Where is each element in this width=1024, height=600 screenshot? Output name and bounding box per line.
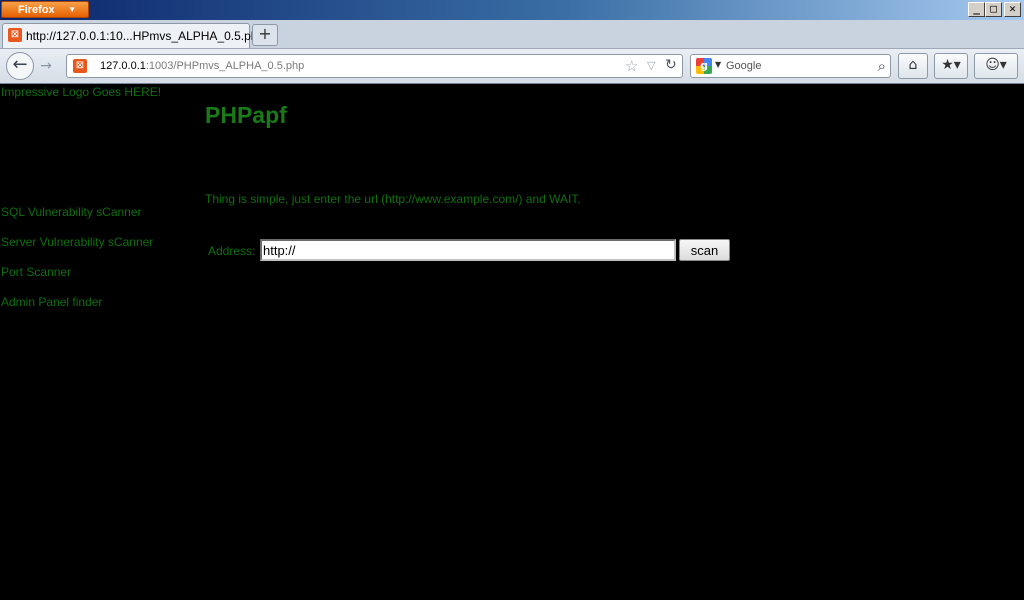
google-icon[interactable]: g	[696, 58, 712, 74]
forward-button[interactable]: →	[36, 57, 56, 75]
url-host: 127.0.0.1	[100, 60, 146, 72]
address-input[interactable]	[260, 239, 676, 261]
minimize-button[interactable]: _	[968, 2, 985, 17]
firefox-menu-label: Firefox	[18, 4, 55, 16]
addon-button[interactable]: ☺▾	[974, 53, 1018, 79]
url-text: 127.0.0.1:1003/PHPmvs_ALPHA_0.5.php	[100, 60, 304, 72]
tab-strip: ⊠ http://127.0.0.1:10...HPmvs_ALPHA_0.5.…	[0, 20, 1024, 49]
menu-item-server-scanner[interactable]: Server Vulnerability sCanner	[1, 235, 153, 249]
xampp-icon: ⊠	[8, 28, 22, 42]
back-button[interactable]: ←	[6, 52, 34, 80]
menu-item-admin-finder[interactable]: Admin Panel finder	[1, 295, 102, 309]
reload-icon[interactable]: ↻	[665, 57, 677, 73]
search-placeholder: Google	[726, 60, 762, 72]
search-icon[interactable]: ⌕	[878, 57, 886, 75]
tab-active[interactable]: ⊠ http://127.0.0.1:10...HPmvs_ALPHA_0.5.…	[2, 23, 264, 48]
scan-button[interactable]: scan	[679, 239, 730, 261]
menu-item-port-scanner[interactable]: Port Scanner	[1, 265, 71, 279]
bookmarks-button[interactable]: ★▾	[934, 53, 968, 79]
chevron-down-icon: ▼	[68, 5, 76, 14]
menu-item-sql-scanner[interactable]: SQL Vulnerability sCanner	[1, 205, 142, 219]
page-title: PHPapf	[205, 102, 287, 128]
maximize-button[interactable]: □	[985, 2, 1002, 17]
new-tab-button[interactable]: +	[252, 24, 278, 46]
xampp-icon: ⊠	[73, 59, 87, 73]
url-bar[interactable]: ⊠ 127.0.0.1:1003/PHPmvs_ALPHA_0.5.php ☆ …	[66, 54, 683, 78]
site-logo: Impressive Logo Goes HERE!	[1, 85, 162, 99]
history-dropdown-icon[interactable]: ▽	[647, 59, 655, 72]
search-bar[interactable]: g ▼ Google ⌕	[690, 54, 891, 78]
close-window-button[interactable]: ✕	[1004, 2, 1021, 17]
search-engine-dropdown-icon[interactable]: ▼	[715, 60, 721, 69]
home-button[interactable]: ⌂	[898, 53, 928, 79]
intro-text: Thing is simple, just enter the url (htt…	[205, 192, 581, 206]
address-label: Address:	[208, 244, 256, 258]
url-path: :1003/PHPmvs_ALPHA_0.5.php	[145, 60, 305, 72]
page-content: Impressive Logo Goes HERE! SQL Vulnerabi…	[0, 84, 1024, 600]
bookmark-star-icon[interactable]: ☆	[625, 57, 638, 75]
tab-title: http://127.0.0.1:10...HPmvs_ALPHA_0.5.ph…	[26, 29, 265, 43]
window-title-bar: Firefox ▼ _ □ ✕	[0, 0, 1024, 20]
firefox-menu-button[interactable]: Firefox ▼	[1, 1, 89, 18]
navigation-toolbar: ← → ⊠ 127.0.0.1:1003/PHPmvs_ALPHA_0.5.ph…	[0, 49, 1024, 84]
